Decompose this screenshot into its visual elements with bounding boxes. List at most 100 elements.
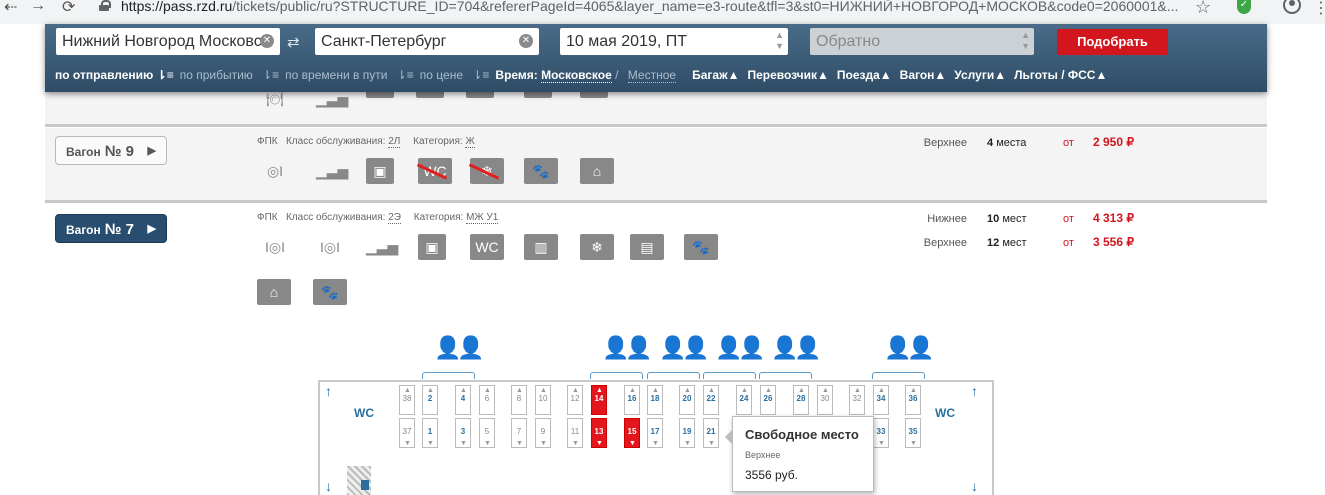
- profile-icon[interactable]: [1283, 0, 1301, 14]
- category-value[interactable]: Ж: [465, 136, 475, 148]
- seat-13[interactable]: 13 ▼: [591, 418, 607, 448]
- from-station-input[interactable]: Нижний Новгород Московс ✕: [56, 28, 280, 55]
- clear-icon[interactable]: ✕: [519, 34, 533, 48]
- time-moscow[interactable]: Московское: [541, 68, 612, 83]
- seat-19[interactable]: 19 ▼: [679, 418, 695, 448]
- seat-12[interactable]: 12 ▲: [567, 385, 583, 415]
- seat-7[interactable]: 7 ▼: [511, 418, 527, 448]
- date-input[interactable]: 10 мая 2019, ПТ ▲ ▼: [560, 28, 788, 55]
- seat-17[interactable]: 17 ▼: [647, 418, 663, 448]
- seat-38[interactable]: 38 ▲: [399, 385, 415, 415]
- seat-33[interactable]: 33 ▼: [873, 418, 889, 448]
- seat-20[interactable]: 20 ▲: [679, 385, 695, 415]
- seat-36[interactable]: 36 ▲: [905, 385, 921, 415]
- seat-22[interactable]: 22 ▲: [703, 385, 719, 415]
- forward-arrow-icon[interactable]: →: [30, 0, 46, 15]
- seat-number: 28: [796, 394, 806, 403]
- seat-5[interactable]: 5 ▼: [479, 418, 495, 448]
- wagon-7-button[interactable]: Вагон № 7 ▶: [55, 214, 167, 243]
- filter-item[interactable]: Багаж▲: [692, 68, 739, 82]
- filter-item[interactable]: Льготы / ФСС▲: [1014, 68, 1107, 82]
- category-value[interactable]: МЖ У1: [466, 212, 499, 224]
- class-value[interactable]: 2Л: [388, 136, 401, 148]
- seat-2[interactable]: 2 ▲: [422, 385, 438, 415]
- date-spinner-icon[interactable]: ▲ ▼: [775, 30, 784, 52]
- to-station-input[interactable]: Санкт-Петербург ✕: [315, 28, 539, 55]
- seat-number: 24: [739, 394, 749, 403]
- seat-26[interactable]: 26 ▲: [760, 385, 776, 415]
- seat-37[interactable]: 37 ▼: [399, 418, 415, 448]
- upper-berth-icon: ▲: [516, 387, 523, 394]
- seat-24[interactable]: 24 ▲: [736, 385, 752, 415]
- from-label: от: [1063, 213, 1074, 225]
- swap-icon[interactable]: ⇄: [287, 33, 300, 51]
- seat-number: 16: [627, 394, 637, 403]
- seat-32[interactable]: 32 ▲: [849, 385, 865, 415]
- class-value[interactable]: 2Э: [388, 212, 401, 224]
- seat-9[interactable]: 9 ▼: [535, 418, 551, 448]
- compartment-bracket: [703, 372, 756, 379]
- hat-icon: ⌂: [580, 158, 614, 184]
- search-submit-button[interactable]: Подобрать: [1057, 29, 1168, 55]
- wagon-9-button[interactable]: Вагон № 9 ▶: [55, 136, 167, 165]
- filter-item[interactable]: Услуги▲: [954, 68, 1006, 82]
- seat-10[interactable]: 10 ▲: [535, 385, 551, 415]
- seat-15[interactable]: 15 ▼: [624, 418, 640, 448]
- sort-arrival[interactable]: по прибытию ⇂≡: [180, 68, 279, 82]
- newspaper-icon: ▤: [630, 234, 664, 260]
- compartment-bracket: [872, 372, 925, 379]
- extension-shield-icon[interactable]: ✓: [1237, 0, 1251, 14]
- wagon-9-info: ФПК Класс обслуживания: 2Л Категория: Ж: [257, 136, 485, 148]
- seat-18[interactable]: 18 ▲: [647, 385, 663, 415]
- date-spinner-icon[interactable]: ▲ ▼: [1021, 30, 1030, 52]
- upper-berth-icon: ▲: [822, 387, 829, 394]
- seat-16[interactable]: 16 ▲: [624, 385, 640, 415]
- seat-8[interactable]: 8 ▲: [511, 385, 527, 415]
- exit-up-arrow-icon: ↑: [971, 383, 978, 399]
- price: 3 556 ₽: [1093, 235, 1134, 249]
- seat-number: 12: [570, 394, 580, 403]
- filter-item[interactable]: Поезда▲: [837, 68, 892, 82]
- seat-number: 22: [706, 394, 716, 403]
- seat-35[interactable]: 35 ▼: [905, 418, 921, 448]
- sort-price[interactable]: по цене ⇂≡: [420, 68, 490, 82]
- hat-icon: ⌂: [257, 279, 291, 305]
- upper-berth-icon: ▲: [684, 387, 691, 394]
- clear-icon[interactable]: ✕: [260, 34, 274, 48]
- menu-kebab-icon[interactable]: ⋮: [1313, 0, 1325, 18]
- seat-34[interactable]: 34 ▲: [873, 385, 889, 415]
- exit-down-arrow-icon: ↓: [971, 478, 978, 494]
- people-icon: 👤👤: [602, 335, 653, 360]
- reload-icon[interactable]: ⟳: [62, 0, 75, 17]
- class-label: Класс обслуживания:: [285, 136, 386, 147]
- lock-icon: [99, 0, 111, 11]
- seat-30[interactable]: 30 ▲: [817, 385, 833, 415]
- seat-21[interactable]: 21 ▼: [703, 418, 719, 448]
- sort-price-label: по цене: [419, 68, 464, 82]
- time-local[interactable]: Местное: [627, 68, 677, 83]
- seat-6[interactable]: 6 ▲: [479, 385, 495, 415]
- bookmark-star-icon[interactable]: ☆: [1195, 0, 1211, 18]
- seat-28[interactable]: 28 ▲: [793, 385, 809, 415]
- upper-berth-icon: ▲: [910, 387, 917, 394]
- seat-tooltip: Свободное место Верхнее 3556 руб.: [725, 416, 874, 492]
- filter-item[interactable]: Перевозчик▲: [747, 68, 828, 82]
- sort-departure[interactable]: по отправлению ⇂≡: [55, 68, 174, 82]
- return-date-input[interactable]: Обратно ▲ ▼: [810, 28, 1034, 55]
- exit-up-arrow-icon: ↑: [325, 383, 332, 399]
- compartment-bracket: [759, 372, 812, 379]
- seat-1[interactable]: 1 ▼: [422, 418, 438, 448]
- seat-11[interactable]: 11 ▼: [567, 418, 583, 448]
- seat-4[interactable]: 4 ▲: [455, 385, 471, 415]
- address-bar[interactable]: https://pass.rzd.ru/tickets/public/ru?ST…: [121, 0, 1201, 14]
- pet-transport-icon: 🐾: [313, 279, 347, 305]
- seat-3[interactable]: 3 ▼: [455, 418, 471, 448]
- wagon-7-info: ФПК Класс обслуживания: 2Э Категория: МЖ…: [257, 212, 508, 224]
- back-arrow-icon[interactable]: ⇠: [4, 0, 17, 17]
- filter-item[interactable]: Вагон▲: [900, 68, 947, 82]
- meal-plus-icon: Ι◎Ι: [320, 239, 340, 255]
- sort-travel-time[interactable]: по времени в пути ⇂≡: [285, 68, 414, 82]
- seat-number: 7: [516, 427, 522, 436]
- seat-number: 6: [484, 394, 490, 403]
- seat-14[interactable]: 14 ▲: [591, 385, 607, 415]
